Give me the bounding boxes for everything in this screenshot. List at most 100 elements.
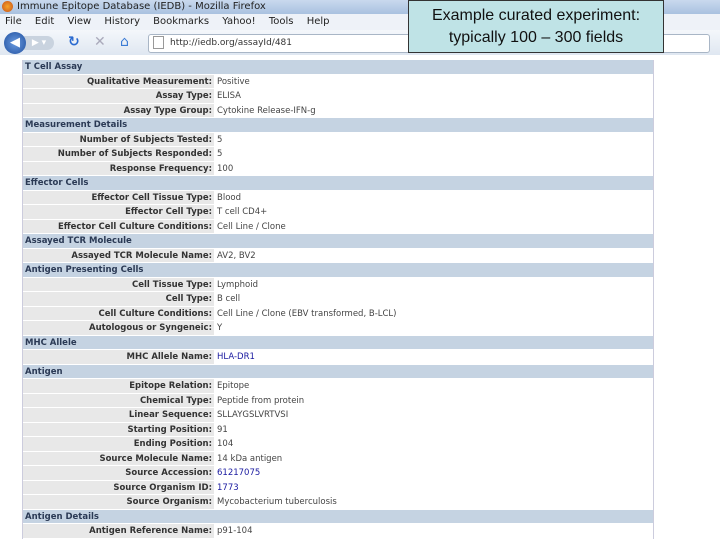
table-row: Source Molecule Name: 14 kDa antigen	[23, 451, 653, 466]
section-header: Effector Cells	[23, 176, 653, 191]
callout-line-1: Example curated experiment:	[431, 7, 641, 24]
table-row: Ending Position: 104	[23, 437, 653, 452]
table-row: Source Organism ID: 1773	[23, 480, 653, 495]
field-label: Cell Type:	[23, 292, 214, 306]
menu-help[interactable]: Help	[307, 16, 330, 27]
field-value: Cell Line / Clone (EBV transformed, B-LC…	[214, 306, 653, 320]
field-value: ELISA	[214, 89, 653, 103]
menu-tools[interactable]: Tools	[269, 16, 294, 27]
assay-details-table: T Cell Assay Qualitative Measurement: Posi…	[22, 60, 654, 539]
field-label: Effector Cell Tissue Type:	[23, 190, 214, 204]
table-row: Effector Cell Type: T cell CD4+	[23, 205, 653, 220]
menu-edit[interactable]: Edit	[35, 16, 54, 27]
field-value: Peptide from protein	[214, 393, 653, 407]
firefox-logo-icon	[2, 0, 13, 12]
table-row: Effector Cell Culture Conditions: Cell Li…	[23, 219, 653, 234]
section-header: Antigen Presenting Cells	[23, 263, 653, 278]
table-row: Response Frequency: 100	[23, 161, 653, 176]
field-value: 91	[214, 422, 653, 436]
table-row: Starting Position: 91	[23, 422, 653, 437]
field-label: Cell Culture Conditions:	[23, 306, 214, 320]
table-row: MHC Allele Name: HLA-DR1	[23, 350, 653, 365]
home-icon[interactable]: ⌂	[120, 34, 129, 50]
field-label: Assay Type:	[23, 89, 214, 103]
field-label: Qualitative Measurement:	[23, 74, 214, 88]
field-label: Number of Subjects Tested:	[23, 132, 214, 146]
field-value: T cell CD4+	[214, 205, 653, 219]
field-label: Source Molecule Name:	[23, 451, 214, 465]
field-value: AV2, BV2	[214, 248, 653, 262]
field-value: SLLAYGSLVRTVSI	[214, 408, 653, 422]
field-label: MHC Allele Name:	[23, 350, 214, 364]
field-label: Source Organism:	[23, 495, 214, 509]
section-header: Measurement Details	[23, 118, 653, 133]
field-value: 5	[214, 132, 653, 146]
field-value: Cytokine Release-IFN-g	[214, 103, 653, 117]
table-row: Cell Type: B cell	[23, 292, 653, 307]
table-row: Cell Culture Conditions: Cell Line / Clon…	[23, 306, 653, 321]
reload-icon[interactable]: ↻	[68, 34, 80, 50]
field-label: Linear Sequence:	[23, 408, 214, 422]
window-title: Immune Epitope Database (IEDB) - Mozilla…	[17, 1, 266, 12]
menu-bookmarks[interactable]: Bookmarks	[153, 16, 209, 27]
field-label: Effector Cell Type:	[23, 205, 214, 219]
field-value: Positive	[214, 74, 653, 88]
field-value: p91-104	[214, 524, 653, 538]
menu-yahoo[interactable]: Yahoo!	[222, 16, 255, 27]
section-header: T Cell Assay	[23, 60, 653, 75]
field-value: Mycobacterium tuberculosis	[214, 495, 653, 509]
field-value: 14 kDa antigen	[214, 451, 653, 465]
field-label: Cell Tissue Type:	[23, 277, 214, 291]
table-row: Source Organism: Mycobacterium tuberculos…	[23, 495, 653, 510]
table-row: Cell Tissue Type: Lymphoid	[23, 277, 653, 292]
table-row: Chemical Type: Peptide from protein	[23, 393, 653, 408]
field-label: Antigen Reference Name:	[23, 524, 214, 538]
field-label: Assayed TCR Molecule Name:	[23, 248, 214, 262]
field-label: Response Frequency:	[23, 161, 214, 175]
table-row: Number of Subjects Tested: 5	[23, 132, 653, 147]
table-row: Qualitative Measurement: Positive	[23, 74, 653, 89]
section-header: MHC Allele	[23, 335, 653, 350]
table-row: Autologous or Syngeneic: Y	[23, 321, 653, 336]
table-row: Assayed TCR Molecule Name: AV2, BV2	[23, 248, 653, 263]
field-label: Autologous or Syngeneic:	[23, 321, 214, 335]
table-row: Linear Sequence: SLLAYGSLVRTVSI	[23, 408, 653, 423]
field-label: Ending Position:	[23, 437, 214, 451]
field-value: Blood	[214, 190, 653, 204]
field-label: Chemical Type:	[23, 393, 214, 407]
field-value: B cell	[214, 292, 653, 306]
menu-history[interactable]: History	[104, 16, 140, 27]
page-content: T Cell Assay Qualitative Measurement: Posi…	[0, 55, 720, 540]
table-row: Assay Type: ELISA	[23, 89, 653, 104]
menu-file[interactable]: File	[5, 16, 22, 27]
section-header: Assayed TCR Molecule	[23, 234, 653, 249]
field-value: 104	[214, 437, 653, 451]
field-label: Effector Cell Culture Conditions:	[23, 219, 214, 233]
field-value-link[interactable]: 61217075	[214, 466, 653, 480]
field-value-link[interactable]: HLA-DR1	[214, 350, 653, 364]
field-value: Y	[214, 321, 653, 335]
section-header: Antigen Details	[23, 509, 653, 524]
field-label: Number of Subjects Responded:	[23, 147, 214, 161]
field-value: Cell Line / Clone	[214, 219, 653, 233]
field-value: 100	[214, 161, 653, 175]
field-value-link[interactable]: 1773	[214, 480, 653, 494]
back-button[interactable]: ◀	[4, 32, 26, 54]
section-header: Antigen	[23, 364, 653, 379]
field-label: Assay Type Group:	[23, 103, 214, 117]
forward-button[interactable]: ▶ ▾	[24, 36, 54, 50]
url-text: http://iedb.org/assayId/481	[170, 38, 293, 48]
table-row: Number of Subjects Responded: 5	[23, 147, 653, 162]
table-row: Epitope Relation: Epitope	[23, 379, 653, 394]
field-value: Epitope	[214, 379, 653, 393]
page-icon	[153, 36, 164, 49]
field-label: Source Accession:	[23, 466, 214, 480]
field-value: 5	[214, 147, 653, 161]
menu-view[interactable]: View	[67, 16, 91, 27]
callout-box: Example curated experiment: typically 10…	[408, 0, 664, 53]
table-row: Antigen Reference Name: p91-104	[23, 524, 653, 539]
field-label: Starting Position:	[23, 422, 214, 436]
stop-icon[interactable]: ✕	[94, 34, 106, 50]
table-row: Source Accession: 61217075	[23, 466, 653, 481]
field-value: Lymphoid	[214, 277, 653, 291]
